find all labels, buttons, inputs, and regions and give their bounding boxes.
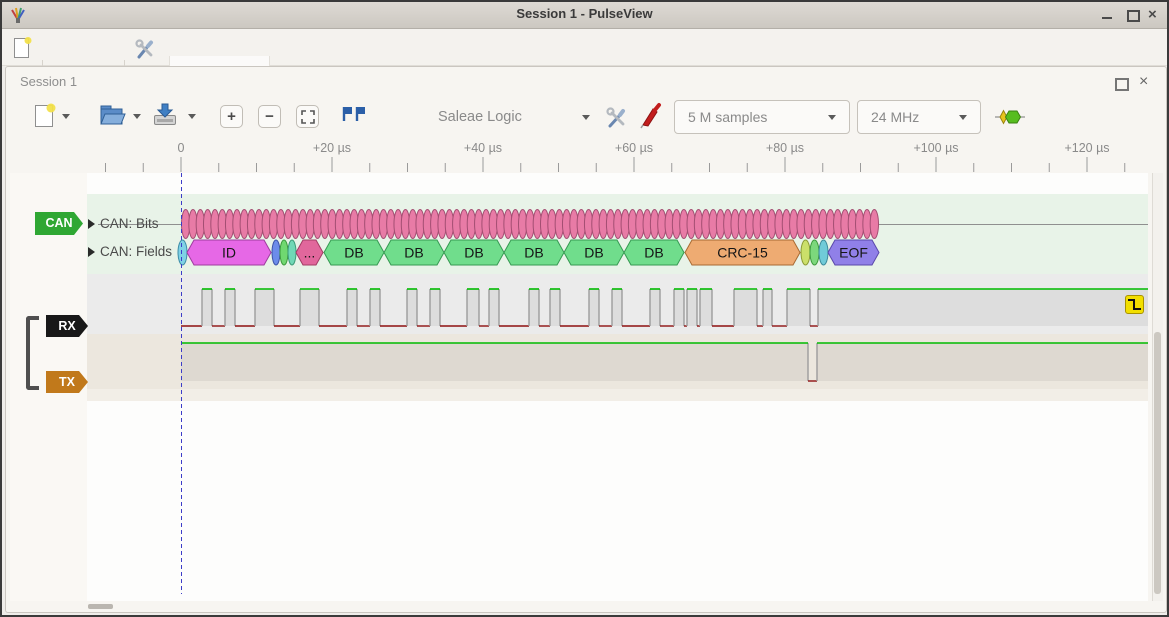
pulseview-window: Session 1 - PulseView × Run Session 1 × [0,0,1169,617]
sample-count-arrow [828,115,836,120]
ruler-label: +40 µs [464,141,502,155]
decoder-band [87,194,1148,274]
expander-icon[interactable] [88,247,95,257]
tx-band [87,334,1148,389]
zoom-fit-button[interactable] [296,105,319,128]
channel-group-bracket[interactable] [26,316,39,390]
close-icon[interactable]: × [1148,6,1157,23]
open-file-dropdown-arrow[interactable] [133,114,141,119]
channels-probe-icon[interactable] [640,102,664,130]
decoder-row-fields-label[interactable]: CAN: Fields [100,244,172,259]
save-file-dropdown-arrow[interactable] [188,114,196,119]
open-file-icon[interactable] [98,103,126,127]
new-file-icon[interactable] [32,102,58,129]
save-file-icon[interactable] [152,102,179,128]
falling-edge-icon [1126,296,1143,313]
ruler-label: +60 µs [615,141,653,155]
add-decoder-icon[interactable] [995,108,1025,126]
minimize-icon[interactable] [1102,17,1112,19]
device-select-value: Saleae Logic [438,109,522,125]
sample-rate-value: 24 MHz [871,109,919,125]
new-file-dropdown-arrow[interactable] [62,114,70,119]
zoom-fit-icon [301,110,315,124]
device-config-wrench-icon[interactable] [605,106,629,130]
show-cursors-flags-icon[interactable] [340,105,366,123]
vertical-scrollbar-handle[interactable] [1154,332,1161,594]
device-select[interactable]: Saleae Logic [422,102,600,132]
subwindow-title: Session 1 [20,74,77,89]
title-bar[interactable]: Session 1 - PulseView × [2,2,1167,29]
ruler-label: +100 µs [913,141,958,155]
sample-count-value: 5 M samples [688,109,767,125]
zoom-out-button[interactable]: − [258,105,281,128]
ruler-label: +80 µs [766,141,804,155]
new-session-icon[interactable] [12,36,34,60]
device-select-arrow [582,115,590,120]
ruler-label: 0 [178,141,185,155]
ruler-label: +120 µs [1064,141,1109,155]
decoder-tag-can[interactable]: CAN [35,212,83,235]
subwindow-restore-icon[interactable] [1115,78,1129,91]
decoder-row-bits-label[interactable]: CAN: Bits [100,216,159,231]
sample-count-select[interactable]: 5 M samples [674,100,850,134]
sample-rate-arrow [959,115,967,120]
expander-icon[interactable] [88,219,95,229]
sample-rate-select[interactable]: 24 MHz [857,100,981,134]
settings-wrench-icon[interactable] [134,38,156,60]
horizontal-scrollbar-handle[interactable] [88,604,113,609]
main-toolbar: Run Session 1 × [2,29,1167,66]
subwindow-close-icon[interactable]: × [1139,73,1148,91]
rx-band [87,274,1148,334]
window-title: Session 1 - PulseView [2,6,1167,21]
ruler-label: +20 µs [313,141,351,155]
maximize-icon[interactable] [1127,10,1140,22]
zoom-in-button[interactable]: + [220,105,243,128]
tx-band-lower-strip [87,389,1148,401]
trigger-marker[interactable] [1125,295,1144,314]
